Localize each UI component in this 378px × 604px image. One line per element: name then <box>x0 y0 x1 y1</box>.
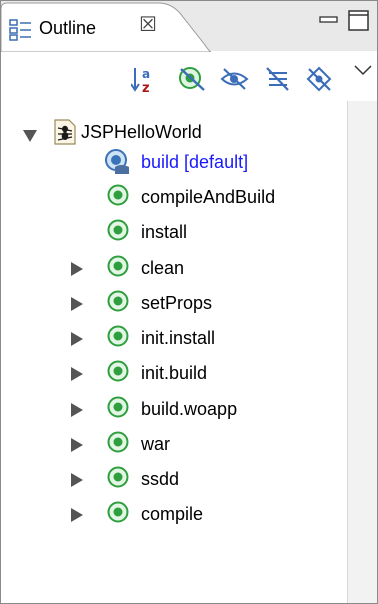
tree-item-label: init.install <box>141 328 216 348</box>
tree-item-clean[interactable]: clean <box>1 253 341 283</box>
default-target-icon <box>105 149 131 180</box>
tree-item-label: build [default] <box>141 152 249 172</box>
outline-tree: JSPHelloWorld build [default] compileAnd… <box>1 101 347 601</box>
tree-item-init-build[interactable]: init.build <box>1 358 341 388</box>
target-icon <box>107 360 129 387</box>
hide-non-public-icon[interactable] <box>263 65 289 91</box>
target-icon <box>107 184 129 211</box>
tree-item-label: build.woapp <box>141 399 238 419</box>
ant-buildfile-icon <box>53 119 77 150</box>
tree-item-label: init.build <box>141 363 208 383</box>
target-icon <box>107 466 129 493</box>
outline-view-icon <box>9 19 33 46</box>
tree-item-label: ssdd <box>141 469 180 489</box>
target-icon <box>107 501 129 528</box>
tree-item-label: compile <box>141 504 204 524</box>
collapsed-twisty-icon[interactable] <box>71 295 83 316</box>
target-icon <box>107 219 129 246</box>
target-icon <box>107 325 129 352</box>
collapsed-twisty-icon[interactable] <box>71 506 83 527</box>
collapsed-twisty-icon[interactable] <box>71 471 83 492</box>
svg-text:z: z <box>142 81 150 95</box>
outline-view: Outline ☒ a z JSPHelloWorld build [defau… <box>0 0 378 604</box>
sort-alphabetical-icon[interactable]: a z <box>130 65 157 96</box>
tab-title: Outline <box>39 18 97 38</box>
target-icon <box>107 255 129 282</box>
hide-static-members-icon[interactable] <box>220 65 249 91</box>
tree-item-init-install[interactable]: init.install <box>1 323 341 353</box>
tree-item-label: setProps <box>141 293 213 313</box>
tree-item-build-default[interactable]: build [default] <box>1 147 341 177</box>
tree-item-label: install <box>141 222 188 242</box>
tree-item-label: compileAndBuild <box>141 187 276 207</box>
target-icon <box>107 290 129 317</box>
tree-item-ssdd[interactable]: ssdd <box>1 464 341 494</box>
tree-item-install[interactable]: install <box>1 217 341 247</box>
tree-item-build-woapp[interactable]: build.woapp <box>1 394 341 424</box>
minimize-icon[interactable] <box>319 13 339 31</box>
hide-local-types-icon[interactable] <box>305 65 332 92</box>
tree-item-label: JSPHelloWorld <box>81 122 202 142</box>
collapsed-twisty-icon[interactable] <box>71 436 83 457</box>
collapsed-twisty-icon[interactable] <box>71 260 83 281</box>
tree-item-setprops[interactable]: setProps <box>1 288 341 318</box>
tab-outline[interactable]: Outline ☒ <box>1 1 211 52</box>
target-icon <box>107 396 129 423</box>
hide-fields-icon[interactable] <box>178 65 205 91</box>
collapsed-twisty-icon[interactable] <box>71 330 83 351</box>
tree-item-war[interactable]: war <box>1 429 341 459</box>
tree-item-compile[interactable]: compile <box>1 499 341 529</box>
tree-item-label: clean <box>141 258 185 278</box>
tree-item-compileandbuild[interactable]: compileAndBuild <box>1 182 341 212</box>
close-icon[interactable]: ☒ <box>139 15 157 35</box>
collapsed-twisty-icon[interactable] <box>71 365 83 386</box>
tree-item-label: war <box>141 434 171 454</box>
svg-text:a: a <box>142 67 150 81</box>
collapsed-twisty-icon[interactable] <box>71 401 83 422</box>
vertical-scrollbar[interactable] <box>347 101 377 603</box>
view-menu-chevron-icon[interactable] <box>353 63 373 77</box>
maximize-icon[interactable] <box>347 9 371 38</box>
expanded-twisty-icon[interactable] <box>23 126 37 147</box>
tree-root-item[interactable]: JSPHelloWorld <box>1 117 341 147</box>
target-icon <box>107 431 129 458</box>
